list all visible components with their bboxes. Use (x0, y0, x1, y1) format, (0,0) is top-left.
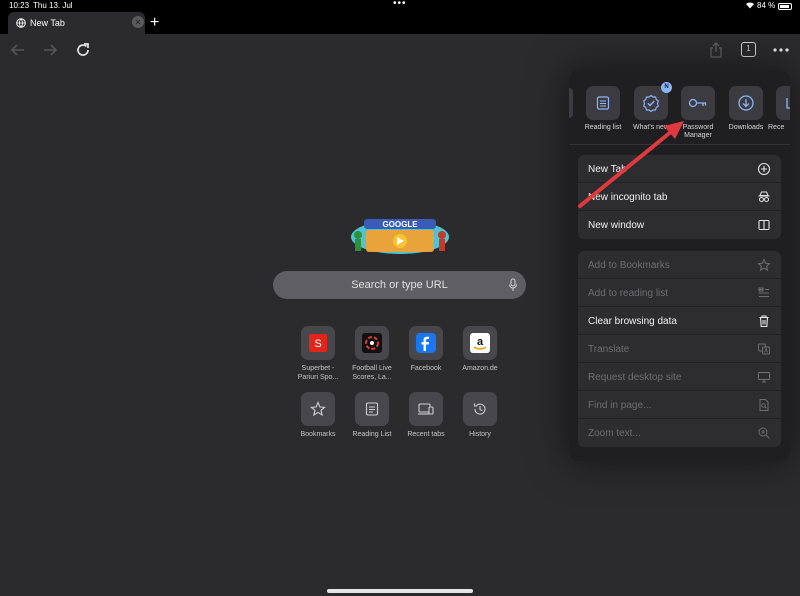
shortcut-label: Facebook (410, 365, 442, 372)
menu-item-zoom-text[interactable]: Zoom text... (578, 419, 781, 447)
overflow-menu: Reading list N What's new Password Manag… (569, 70, 790, 461)
tab-strip: New Tab × + (0, 12, 800, 34)
menu-item-label: Add to Bookmarks (588, 260, 670, 271)
shortcut-label: Football Live Scores, La... (352, 365, 392, 381)
menu-tile-recent-tabs[interactable]: Rece (768, 86, 790, 132)
reading-list-add-icon (758, 287, 769, 297)
amazon-logo-icon: a (463, 326, 497, 360)
shortcut-label: Amazon.de (462, 365, 498, 372)
menu-item-clear-browsing-data[interactable]: Clear browsing data (578, 307, 781, 335)
status-bar: 10:23 Thu 13. Jul ••• 84 % (0, 0, 800, 12)
tab-count-button[interactable]: 1 (741, 42, 756, 57)
shortcut-label: Reading List (352, 431, 392, 438)
tab-new-tab[interactable]: New Tab × (8, 12, 145, 34)
shortcut-label: Recent tabs (407, 431, 445, 438)
shortcut-amazon[interactable]: a Amazon.de (453, 326, 507, 373)
forward-arrow-icon[interactable] (41, 41, 59, 59)
microphone-icon[interactable] (508, 278, 518, 292)
globe-icon (16, 18, 26, 28)
svg-text:a: a (477, 336, 484, 348)
menu-item-label: Translate (588, 344, 630, 355)
reading-list-icon (586, 86, 620, 120)
menu-item-label: New incognito tab (588, 192, 668, 203)
shortcut-reading-list[interactable]: Reading List (345, 392, 399, 439)
menu-item-label: Zoom text... (588, 428, 641, 439)
search-placeholder: Search or type URL (351, 279, 448, 291)
tab-close-button[interactable]: × (132, 16, 144, 28)
recent-tabs-icon (409, 392, 443, 426)
menu-item-add-to-reading-list[interactable]: Add to reading list (578, 279, 781, 307)
recent-tabs-icon (776, 86, 790, 120)
zoom-icon (758, 427, 770, 439)
shortcut-football-live[interactable]: Football Live Scores, La... (345, 326, 399, 382)
menu-item-new-window[interactable]: New window (578, 211, 781, 239)
trash-icon (759, 315, 769, 328)
menu-tile-label: Downloads (728, 124, 764, 131)
menu-item-label: New Tab (588, 164, 627, 175)
back-arrow-icon[interactable] (9, 41, 27, 59)
menu-group-tabs: New Tab New incognito tab New window (578, 155, 781, 239)
menu-tile-downloads[interactable]: Downloads (718, 86, 774, 132)
menu-destinations-row[interactable]: Reading list N What's new Password Manag… (569, 70, 790, 145)
shortcut-bookmarks[interactable]: Bookmarks (291, 392, 345, 439)
reload-icon[interactable] (74, 41, 92, 59)
badge-check-icon: N (634, 82, 672, 120)
svg-text:S: S (314, 338, 321, 350)
status-time: 10:23 (9, 1, 30, 10)
superbet-logo-icon: S (301, 326, 335, 360)
google-doodle[interactable]: GOOGLE (350, 215, 450, 255)
find-in-page-icon (759, 399, 769, 411)
menu-item-label: New window (588, 220, 645, 231)
doodle-title: GOOGLE (382, 220, 418, 229)
menu-item-label: Add to reading list (588, 288, 669, 299)
status-date: Thu 13. Jul (33, 1, 73, 10)
menu-item-translate[interactable]: Translate (578, 335, 781, 363)
more-menu-icon[interactable] (772, 41, 790, 59)
shortcut-history[interactable]: History (453, 392, 507, 439)
desktop-icon (758, 372, 770, 383)
history-icon (463, 392, 497, 426)
star-icon (301, 392, 335, 426)
menu-group-page-actions: Add to Bookmarks Add to reading list Cle… (578, 251, 781, 447)
menu-item-label: Clear browsing data (588, 316, 677, 327)
scrolled-tile-edge (569, 88, 573, 118)
download-icon (729, 86, 763, 120)
shortcut-label: Bookmarks (300, 431, 336, 438)
menu-item-label: Find in page... (588, 400, 652, 411)
menu-item-find-in-page[interactable]: Find in page... (578, 391, 781, 419)
battery-percentage: 84 % (757, 1, 776, 10)
multitasking-dots-icon[interactable]: ••• (393, 0, 407, 9)
window-icon (758, 219, 770, 231)
wifi-icon (746, 2, 754, 9)
translate-icon (758, 343, 770, 355)
incognito-icon (758, 191, 770, 202)
share-icon[interactable] (707, 41, 725, 59)
shortcut-recent-tabs[interactable]: Recent tabs (399, 392, 453, 439)
football-live-logo-icon (355, 326, 389, 360)
battery-icon (778, 3, 792, 10)
star-icon (757, 258, 771, 272)
facebook-logo-icon (409, 326, 443, 360)
menu-item-request-desktop-site[interactable]: Request desktop site (578, 363, 781, 391)
menu-item-new-tab[interactable]: New Tab (578, 155, 781, 183)
menu-item-add-to-bookmarks[interactable]: Add to Bookmarks (578, 251, 781, 279)
shortcut-facebook[interactable]: Facebook (399, 326, 453, 373)
tab-title: New Tab (30, 18, 65, 28)
new-tab-plus-button[interactable]: + (150, 14, 159, 32)
shortcut-superbet[interactable]: S Superbet - Pariuri Spo... (291, 326, 345, 382)
menu-tile-label: Rece (768, 124, 785, 131)
shortcut-label: Superbet - Pariuri Spo... (297, 365, 339, 381)
shortcut-label: History (469, 431, 491, 438)
reading-list-icon (355, 392, 389, 426)
key-icon (681, 86, 715, 120)
menu-item-new-incognito-tab[interactable]: New incognito tab (578, 183, 781, 211)
plus-circle-icon (757, 162, 771, 176)
menu-item-label: Request desktop site (588, 372, 682, 383)
search-input[interactable]: Search or type URL (273, 271, 526, 299)
home-indicator[interactable] (327, 589, 473, 593)
